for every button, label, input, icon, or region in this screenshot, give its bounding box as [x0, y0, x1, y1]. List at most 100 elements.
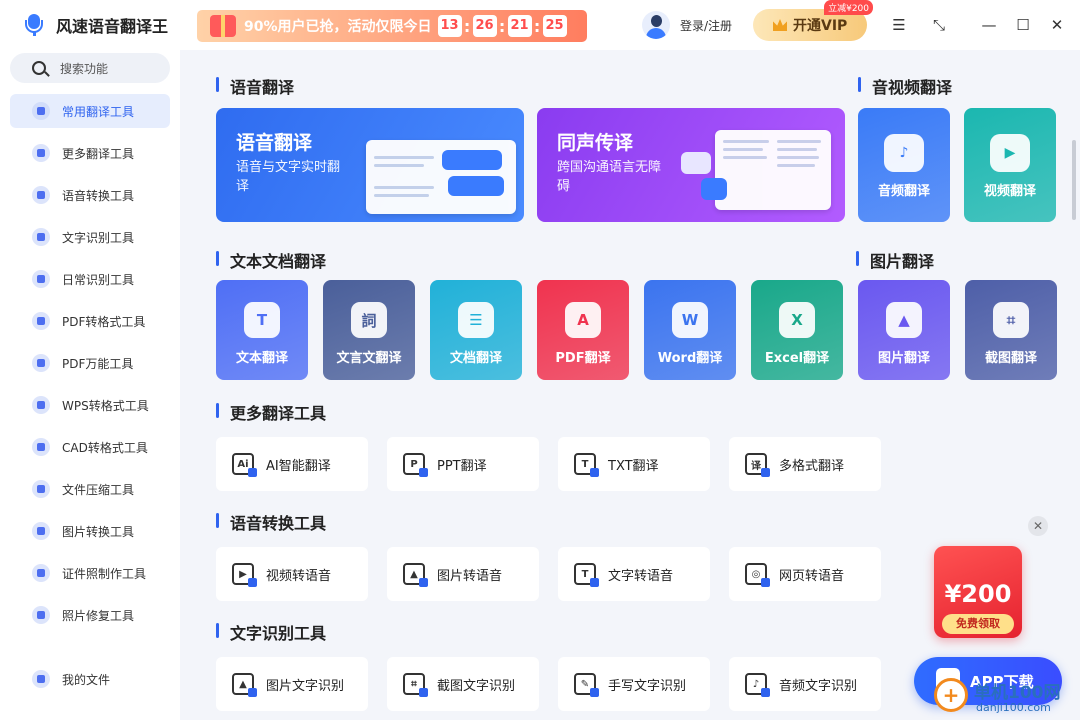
search-box[interactable]: 搜索功能	[10, 53, 170, 83]
tile-label: 图片翻译	[877, 351, 930, 366]
sidebar-item-label: PDF转格式工具	[62, 314, 146, 329]
banner-subtitle: 语音与文字实时翻译	[236, 160, 341, 194]
section-title-av: 音视频翻译	[858, 74, 952, 98]
tool-label: 图片转语音	[437, 568, 503, 584]
more-tools-3[interactable]: 译 多格式翻译	[729, 437, 881, 491]
sidebar-item-6[interactable]: PDF万能工具	[10, 346, 170, 380]
list-icon	[32, 144, 50, 162]
tool-icon: ▶	[232, 563, 257, 587]
doc-tile-0[interactable]: T 文本翻译	[216, 280, 308, 380]
tool-glyph: ⌗	[411, 678, 417, 690]
speech-tools-3[interactable]: ◎ 网页转语音	[729, 547, 881, 601]
ocr-tools-0[interactable]: ▲ 图片文字识别	[216, 657, 368, 711]
speech-tools-0[interactable]: ▶ 视频转语音	[216, 547, 368, 601]
sidebar-item-label: 更多翻译工具	[62, 146, 135, 161]
tool-glyph: ♪	[752, 678, 760, 690]
banner-illustration	[715, 130, 831, 210]
more-tools-2[interactable]: T TXT翻译	[558, 437, 710, 491]
sidebar-item-2[interactable]: 语音转换工具	[10, 178, 170, 212]
more-tools-1[interactable]: P PPT翻译	[387, 437, 539, 491]
doc-tile-3[interactable]: A PDF翻译	[537, 280, 629, 380]
menu-icon[interactable]: ☰	[888, 14, 910, 36]
search-placeholder: 搜索功能	[60, 61, 109, 76]
tool-glyph: ▶	[239, 568, 247, 580]
login-link[interactable]: 登录/注册	[680, 17, 732, 34]
doc-tile-5[interactable]: X Excel翻译	[751, 280, 843, 380]
watermark-url: danji100.com	[976, 701, 1051, 714]
mini-mode-icon[interactable]: ⤡	[928, 14, 950, 36]
sidebar-item-3[interactable]: 文字识别工具	[10, 220, 170, 254]
accent-mark	[761, 688, 770, 697]
sidebar-item-12[interactable]: 照片修复工具	[10, 598, 170, 632]
search-icon	[32, 61, 46, 75]
av-tile-1[interactable]: ▶ 视频翻译	[964, 108, 1056, 222]
tile-icon: X	[779, 302, 815, 338]
close-button[interactable]: ✕	[1046, 14, 1068, 36]
promo-banner[interactable]: 90%用户已抢，活动仅限今日 13: 26: 21: 25	[197, 10, 587, 42]
tool-label: AI智能翻译	[266, 458, 331, 474]
tool-glyph: ▲	[410, 568, 418, 580]
sidebar-item-10[interactable]: 图片转换工具	[10, 514, 170, 548]
av-tile-0[interactable]: ♪ 音频翻译	[858, 108, 950, 222]
ocr-tools-2[interactable]: ✎ 手写文字识别	[558, 657, 710, 711]
close-icon[interactable]: ✕	[1028, 516, 1048, 536]
sidebar-item-my-files[interactable]: 我的文件	[10, 662, 170, 696]
tool-glyph: T	[581, 568, 589, 580]
countdown-centis: 25	[542, 15, 567, 37]
tool-icon: 译	[745, 453, 770, 477]
doc-tile-6[interactable]: ▲ 图片翻译	[858, 280, 950, 380]
tile-label: 文本翻译	[235, 351, 288, 366]
more-tools-0[interactable]: Ai AI智能翻译	[216, 437, 368, 491]
tool-icon: ▲	[403, 563, 428, 587]
accent-mark	[590, 468, 599, 477]
section-title-doc: 文本文档翻译	[216, 248, 326, 272]
doc-tile-7[interactable]: ⌗ 截图翻译	[965, 280, 1057, 380]
tile-icon: 詞	[351, 302, 387, 338]
accent-mark	[248, 578, 257, 587]
sidebar-item-11[interactable]: 证件照制作工具	[10, 556, 170, 590]
vip-button[interactable]: 开通VIP 立减¥200	[753, 0, 873, 41]
sidebar-item-8[interactable]: CAD转格式工具	[10, 430, 170, 464]
sidebar-item-label: 我的文件	[62, 672, 111, 687]
speech-tools-1[interactable]: ▲ 图片转语音	[387, 547, 539, 601]
app-title: 风速语音翻译王	[56, 17, 169, 36]
ocr-tools-1[interactable]: ⌗ 截图文字识别	[387, 657, 539, 711]
sidebar: 搜索功能 常用翻译工具更多翻译工具语音转换工具 文字识别工具日常识别工具 PDF转格…	[0, 50, 180, 720]
tool-icon: ⌗	[403, 673, 428, 697]
doc-tile-1[interactable]: 詞文言文翻译	[323, 280, 415, 380]
tool-label: 图片文字识别	[266, 678, 345, 694]
maximize-button[interactable]: ☐	[1012, 14, 1034, 36]
accent-mark	[590, 578, 599, 587]
claim-button[interactable]: 免费领取	[942, 614, 1014, 634]
minimize-button[interactable]: —	[978, 14, 1000, 36]
countdown-minutes: 26	[472, 15, 497, 37]
avatar[interactable]	[642, 11, 670, 39]
sidebar-item-label: 日常识别工具	[62, 272, 135, 287]
sidebar-item-7[interactable]: WPS转格式工具	[10, 388, 170, 422]
doc-tile-2[interactable]: ☰ 文档翻译	[430, 280, 522, 380]
simultaneous-interpret-card[interactable]: 同声传译 跨国沟通语言无障碍	[537, 108, 845, 222]
tile-label: 音频翻译	[877, 184, 930, 199]
red-packet-promo[interactable]: ¥200 免费领取	[930, 540, 1026, 642]
tool-glyph: 译	[751, 460, 761, 472]
scrollbar[interactable]	[1072, 140, 1076, 220]
doc-tile-4[interactable]: W Word翻译	[644, 280, 736, 380]
tile-label: 截图翻译	[984, 351, 1037, 366]
tool-glyph: ◎	[751, 568, 761, 580]
tile-icon: ▲	[886, 302, 922, 338]
speech-tools-2[interactable]: T 文字转语音	[558, 547, 710, 601]
sidebar-item-5[interactable]: PDF转格式工具	[10, 304, 170, 338]
tool-glyph: P	[410, 458, 418, 470]
tool-label: 文字转语音	[608, 568, 674, 584]
sidebar-item-label: 证件照制作工具	[62, 566, 147, 581]
ocr-tools-3[interactable]: ♪ 音频文字识别	[729, 657, 881, 711]
cad-icon	[32, 438, 50, 456]
compress-icon	[32, 480, 50, 498]
sidebar-item-4[interactable]: 日常识别工具	[10, 262, 170, 296]
sidebar-item-1[interactable]: 更多翻译工具	[10, 136, 170, 170]
sidebar-item-9[interactable]: 文件压缩工具	[10, 472, 170, 506]
voice-translate-card[interactable]: 语音翻译 语音与文字实时翻译	[216, 108, 524, 222]
wps-icon	[32, 396, 50, 414]
sidebar-item-0[interactable]: 常用翻译工具	[10, 94, 170, 128]
tile-icon: A	[565, 302, 601, 338]
